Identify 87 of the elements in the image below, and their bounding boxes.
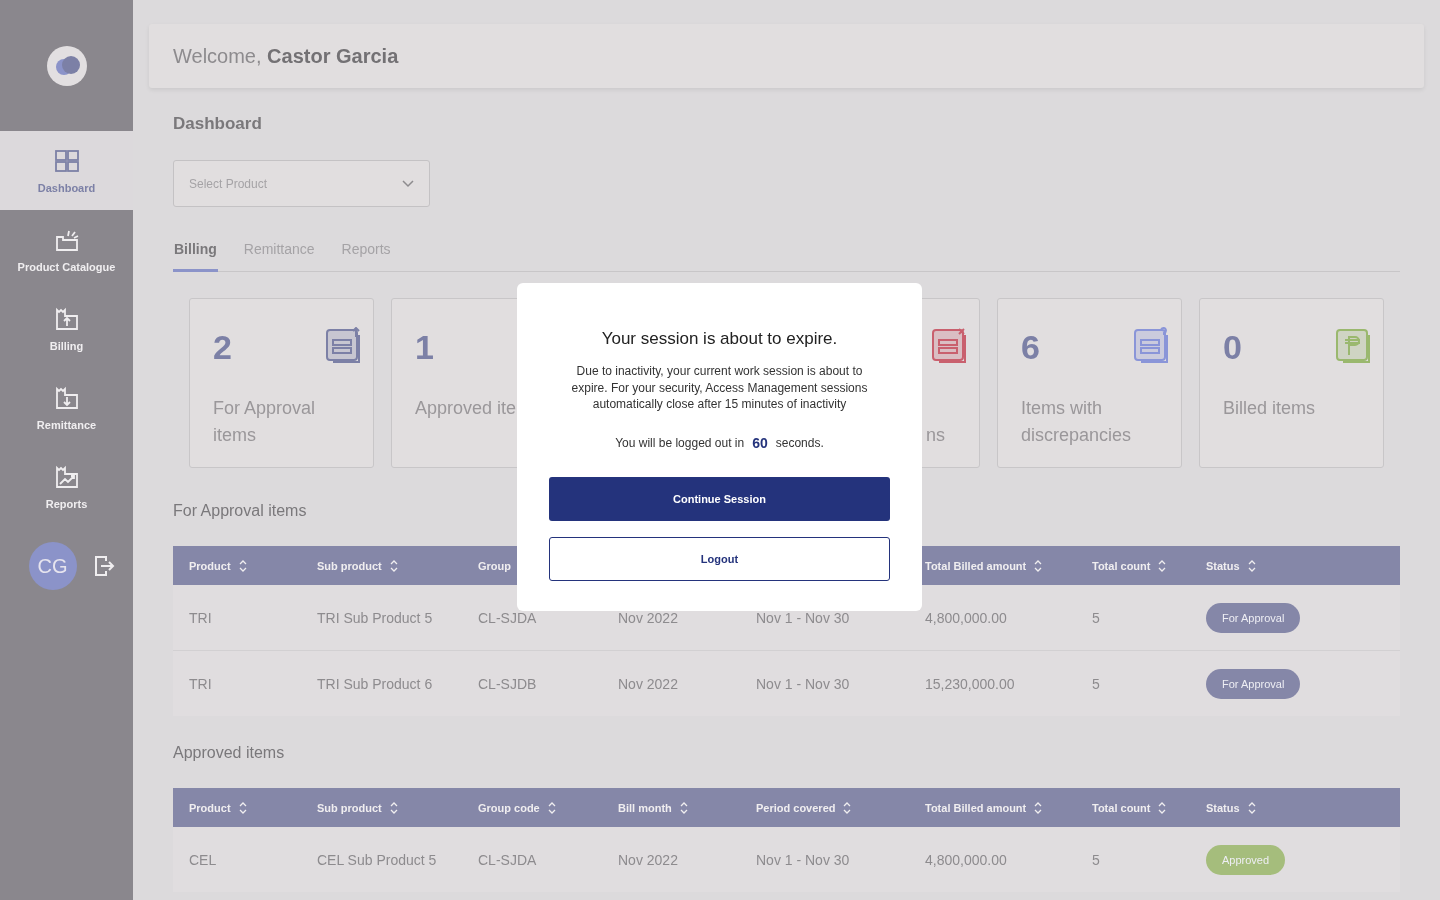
table-cell-text: Nov 2022 — [618, 851, 679, 868]
column-header[interactable]: Sub product — [317, 558, 398, 573]
logout-icon[interactable] — [92, 555, 115, 577]
grid-icon — [53, 147, 80, 174]
column-header[interactable]: Total Billed amount — [925, 558, 1043, 573]
download-icon — [53, 384, 80, 411]
table-cell-text: TRI — [189, 675, 213, 692]
product-select[interactable]: Select Product — [173, 160, 430, 207]
welcome-text: Welcome, Castor Garcia — [173, 44, 399, 68]
chevron-down-icon[interactable] — [402, 179, 414, 188]
sort-icon[interactable] — [1158, 558, 1167, 573]
column-header[interactable]: Total count — [1092, 558, 1167, 573]
sort-icon[interactable] — [1247, 800, 1256, 815]
stat-number: 6 — [1021, 327, 1040, 367]
stat-label: For Approval items — [213, 397, 317, 447]
table-cell-text: TRI Sub Product 5 — [317, 609, 434, 626]
column-header[interactable]: Total Billed amount — [925, 800, 1043, 815]
table-cell-text: 5 — [1092, 675, 1101, 692]
table-cell-text: Nov 1 - Nov 30 — [756, 851, 851, 868]
stat-number: 1 — [415, 327, 434, 367]
countdown-number: 60 — [752, 434, 768, 451]
sort-icon[interactable] — [1158, 800, 1167, 815]
table-cell-text: CL-SJDB — [478, 675, 538, 692]
logout-button[interactable]: Logout — [549, 536, 890, 581]
section-title: Approved items — [173, 744, 285, 762]
sort-icon[interactable] — [389, 558, 398, 573]
sidebar-item[interactable]: Reports — [0, 447, 133, 526]
column-header[interactable]: Status — [1206, 558, 1256, 573]
sort-icon[interactable] — [1247, 558, 1256, 573]
upload-icon — [53, 305, 80, 332]
dialog-title: Your session is about to expire. — [601, 329, 838, 349]
countdown-text: You will be logged out in — [615, 435, 745, 450]
sidebar-item[interactable]: Remittance — [0, 368, 133, 447]
sidebar-item[interactable]: Dashboard — [0, 131, 133, 210]
countdown-text: seconds. — [775, 435, 824, 450]
stat-card[interactable]: 2 For Approval items — [189, 298, 374, 468]
sort-icon[interactable] — [547, 800, 556, 815]
stat-label: Billed items — [1223, 397, 1317, 420]
stat-number: 2 — [213, 327, 232, 367]
sort-icon[interactable] — [238, 558, 247, 573]
table-cell-text: 4,800,000.00 — [925, 609, 1008, 626]
table-cell-text: CEL — [189, 851, 218, 868]
status-badge: Approved — [1206, 844, 1286, 875]
sort-icon[interactable] — [238, 800, 247, 815]
tab[interactable]: Billing — [173, 241, 218, 272]
table-cell-text: CEL Sub Product 5 — [317, 851, 438, 868]
table-cell-text: Nov 1 - Nov 30 — [756, 609, 851, 626]
stat-card[interactable]: 6 Items with discrepancies — [997, 298, 1182, 468]
page-title: Dashboard — [173, 114, 263, 134]
stat-label: Items with discrepancies — [1021, 397, 1133, 447]
stat-card[interactable]: 0 Billed items — [1199, 298, 1384, 468]
table-cell-text: 5 — [1092, 851, 1101, 868]
sort-icon[interactable] — [1034, 558, 1043, 573]
user-avatar[interactable]: CG — [28, 542, 77, 590]
sort-icon[interactable] — [679, 800, 688, 815]
column-header[interactable]: Status — [1206, 800, 1256, 815]
status-badge: For Approval — [1206, 668, 1301, 699]
column-header[interactable]: Group — [478, 559, 511, 572]
table-cell-text: 4,800,000.00 — [925, 851, 1008, 868]
table-cell-text: Nov 2022 — [618, 675, 679, 692]
table-cell-text: TRI — [189, 609, 213, 626]
continue-button[interactable]: Continue Session — [549, 476, 890, 521]
column-header[interactable]: Group code — [478, 800, 556, 815]
table-cell-text: CL-SJDA — [478, 851, 538, 868]
section-title: For Approval items — [173, 502, 307, 520]
stat-label: Approved ite — [415, 397, 518, 420]
stat-number: 0 — [1223, 327, 1242, 367]
logo-icon — [46, 45, 87, 86]
column-header[interactable]: Bill month — [618, 800, 688, 815]
table-cell-text: Nov 1 - Nov 30 — [756, 675, 851, 692]
table-cell-text: TRI Sub Product 6 — [317, 675, 434, 692]
sort-icon[interactable] — [843, 800, 852, 815]
column-header[interactable]: Product — [189, 800, 247, 815]
table-cell-text: 15,230,000.00 — [925, 675, 1016, 692]
sidebar-item[interactable]: Product Catalogue — [0, 210, 133, 289]
column-header[interactable]: Product — [189, 558, 247, 573]
table-cell-text: 5 — [1092, 609, 1101, 626]
sidebar-item[interactable]: Billing — [0, 289, 133, 368]
column-header[interactable]: Period covered — [756, 800, 852, 815]
table-cell-text: Nov 2022 — [618, 609, 679, 626]
sort-icon[interactable] — [1034, 800, 1043, 815]
sort-icon[interactable] — [389, 800, 398, 815]
column-header[interactable]: Sub product — [317, 800, 398, 815]
table-cell-text: CL-SJDA — [478, 609, 538, 626]
column-header[interactable]: Total count — [1092, 800, 1167, 815]
status-badge: For Approval — [1206, 602, 1301, 633]
chart-icon — [53, 463, 80, 490]
